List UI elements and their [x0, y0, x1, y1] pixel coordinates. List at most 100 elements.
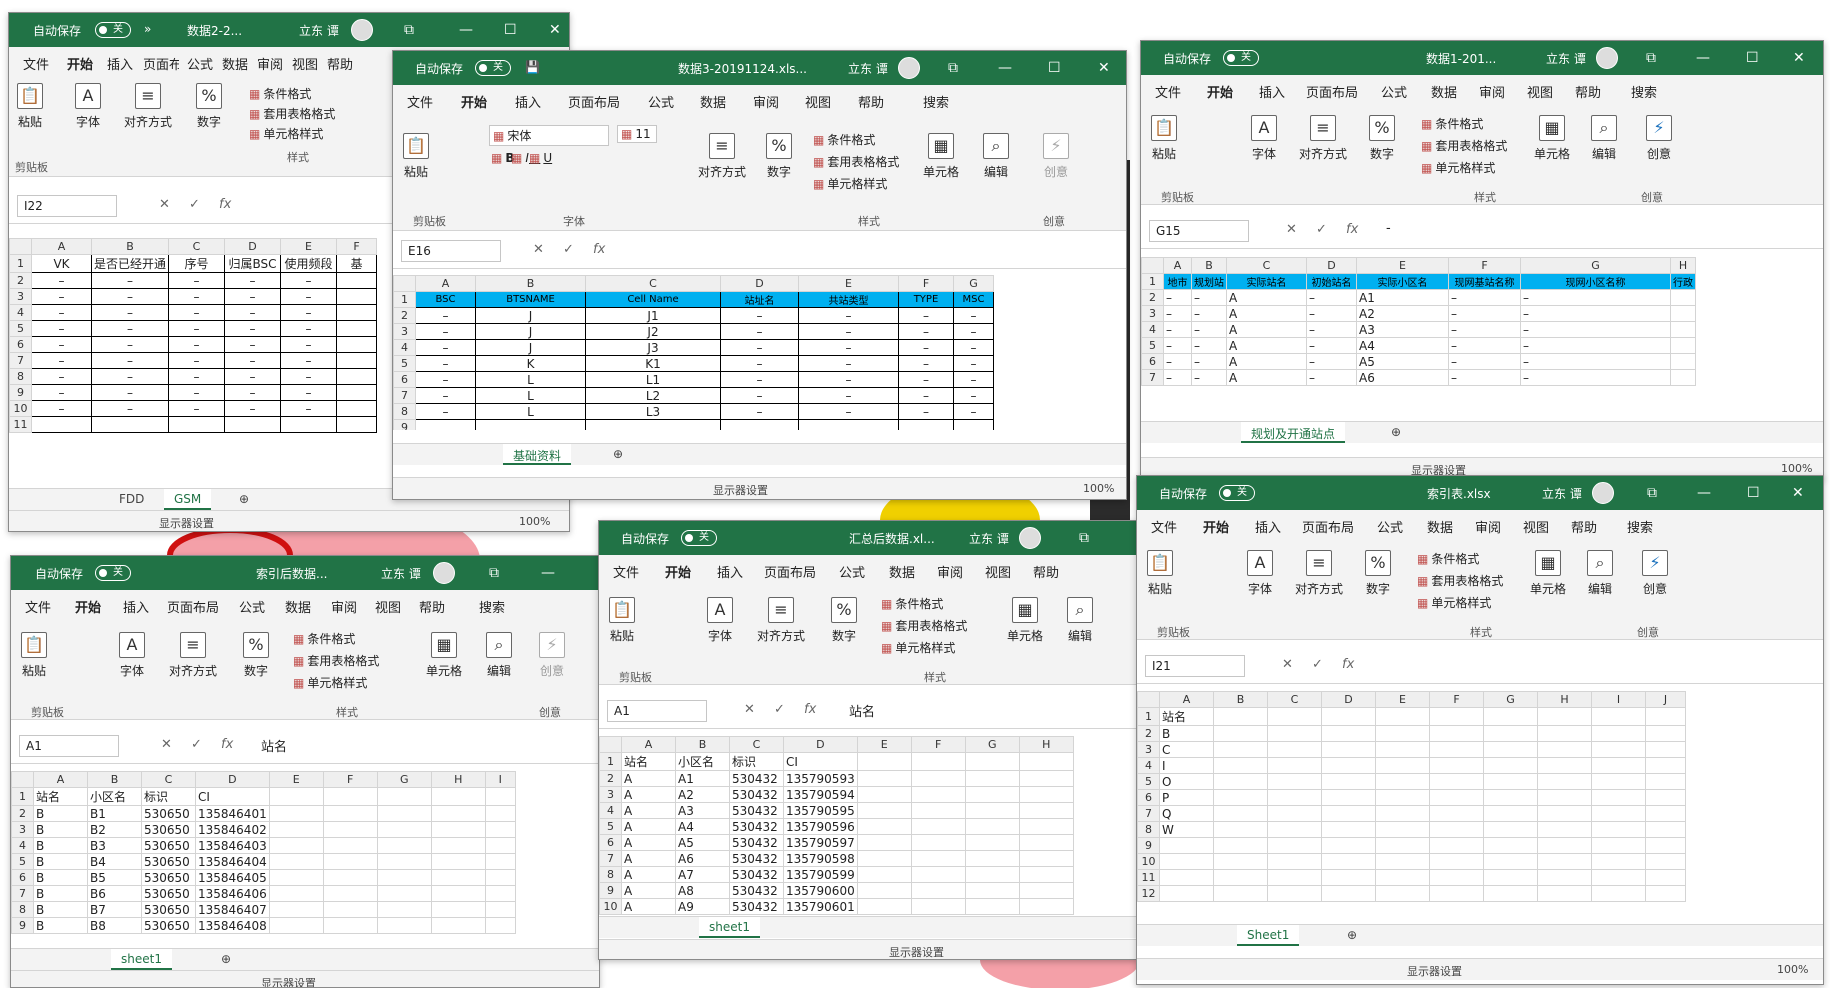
column-header[interactable]: F: [1429, 691, 1484, 708]
cell[interactable]: B1: [87, 805, 142, 822]
cell[interactable]: [336, 304, 378, 321]
cell[interactable]: [1321, 869, 1376, 886]
menu-insert[interactable]: 插入: [1259, 82, 1285, 101]
cell[interactable]: [1591, 853, 1646, 870]
menu-data[interactable]: 数据: [285, 597, 311, 616]
function-icon[interactable]: fx: [804, 702, 816, 717]
cancel-icon[interactable]: ✕: [1282, 657, 1293, 672]
cell[interactable]: 530650: [141, 869, 196, 886]
cell[interactable]: [1591, 821, 1646, 838]
edit-button[interactable]: ⌕ 编辑: [1591, 115, 1617, 162]
cell[interactable]: [336, 320, 378, 337]
number-button[interactable]: % 数字: [766, 133, 792, 180]
cell[interactable]: –: [224, 400, 282, 417]
menu-file[interactable]: 文件: [1151, 517, 1177, 536]
cell[interactable]: O: [1159, 773, 1214, 790]
cell[interactable]: [1591, 885, 1646, 902]
user-avatar[interactable]: [898, 57, 920, 79]
cell[interactable]: –: [90, 384, 170, 401]
display-settings[interactable]: 显示器设置: [261, 975, 316, 987]
cell[interactable]: [1670, 337, 1696, 354]
column-header[interactable]: D: [1306, 257, 1357, 274]
number-button[interactable]: % 数字: [1369, 115, 1395, 162]
cell[interactable]: –: [280, 384, 338, 401]
row-header[interactable]: 7: [11, 885, 34, 902]
row-header[interactable]: 6: [9, 336, 32, 353]
header-cell[interactable]: 地市: [1163, 273, 1192, 290]
header-cell[interactable]: 基: [336, 254, 378, 273]
cells-button[interactable]: ▦ 单元格: [923, 133, 959, 180]
cell[interactable]: [268, 805, 324, 822]
cell[interactable]: [376, 821, 432, 838]
cell[interactable]: –: [168, 320, 226, 337]
cell[interactable]: [1159, 853, 1214, 870]
sheet-tab-gsm[interactable]: GSM: [164, 489, 212, 510]
menu-insert[interactable]: 插入: [717, 562, 743, 581]
column-header[interactable]: C: [168, 238, 226, 255]
cell[interactable]: [1645, 805, 1686, 822]
row-header[interactable]: 2: [9, 272, 32, 289]
row-header[interactable]: 4: [393, 339, 416, 356]
cell[interactable]: [376, 853, 432, 870]
conditional-format-button[interactable]: 条件格式: [1421, 115, 1483, 132]
italic-button[interactable]: I: [511, 151, 529, 165]
cell[interactable]: [322, 869, 378, 886]
header-cell[interactable]: Cell Name: [585, 291, 721, 308]
column-header[interactable]: D: [195, 771, 270, 788]
paste-button[interactable]: 📋 粘贴: [1151, 115, 1177, 162]
cell[interactable]: –: [898, 339, 954, 356]
cell[interactable]: –: [31, 272, 92, 289]
cell[interactable]: 530650: [141, 901, 196, 918]
cell[interactable]: [1591, 805, 1646, 822]
cell[interactable]: [1591, 757, 1646, 774]
cell[interactable]: [168, 416, 226, 433]
cell[interactable]: [1537, 707, 1592, 726]
cell[interactable]: –: [31, 400, 92, 417]
user-avatar[interactable]: [1592, 482, 1614, 504]
column-header[interactable]: H: [430, 771, 486, 788]
cell[interactable]: [415, 419, 476, 430]
cell[interactable]: [1483, 789, 1538, 806]
cell[interactable]: –: [1448, 353, 1521, 370]
cell[interactable]: 530650: [141, 805, 196, 822]
cell[interactable]: 站名: [1159, 707, 1214, 726]
cell[interactable]: 135846408: [195, 917, 270, 934]
cell[interactable]: –: [280, 304, 338, 321]
menu-formulas[interactable]: 公式: [839, 562, 865, 581]
cell[interactable]: B: [33, 885, 88, 902]
cell[interactable]: [856, 866, 912, 883]
menu-data[interactable]: 数据: [1431, 82, 1457, 101]
cell[interactable]: L2: [585, 387, 721, 404]
cell[interactable]: –: [168, 304, 226, 321]
cell[interactable]: B8: [87, 917, 142, 934]
cell[interactable]: [1375, 821, 1430, 838]
cell[interactable]: –: [31, 336, 92, 353]
cell[interactable]: [585, 419, 721, 430]
cell[interactable]: J1: [585, 307, 721, 324]
cell[interactable]: [430, 787, 486, 806]
cell[interactable]: [1537, 725, 1592, 742]
cell[interactable]: [90, 416, 170, 433]
column-header[interactable]: B: [87, 771, 142, 788]
cell[interactable]: 530432: [729, 866, 784, 883]
cell[interactable]: [1159, 885, 1214, 902]
row-header[interactable]: 8: [11, 901, 34, 918]
cell[interactable]: –: [280, 336, 338, 353]
column-header[interactable]: H: [1670, 257, 1696, 274]
cell[interactable]: [336, 336, 378, 353]
cell[interactable]: –: [898, 387, 954, 404]
cell[interactable]: B: [33, 901, 88, 918]
menu-search[interactable]: 搜索: [479, 597, 505, 616]
column-header[interactable]: F: [898, 275, 954, 292]
cell[interactable]: [1537, 773, 1592, 790]
format-as-table-button[interactable]: 套用表格格式: [813, 153, 899, 170]
minimize-button[interactable]: —: [1697, 485, 1711, 501]
cell[interactable]: 135790595: [783, 802, 858, 819]
cell[interactable]: [964, 770, 1020, 787]
menu-page-layout[interactable]: 页面布局: [764, 562, 816, 581]
cell[interactable]: –: [953, 403, 994, 420]
cell[interactable]: –: [720, 339, 799, 356]
cell[interactable]: –: [280, 288, 338, 305]
cell[interactable]: [376, 869, 432, 886]
cell[interactable]: [1429, 805, 1484, 822]
